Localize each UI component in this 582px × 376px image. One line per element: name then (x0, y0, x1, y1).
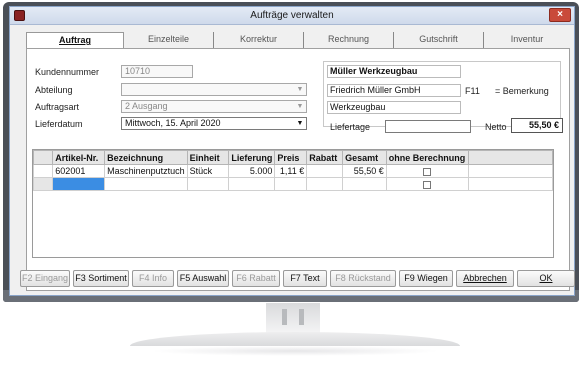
tab-bar: Auftrag Einzelteile Korrektur Rechnung G… (26, 32, 570, 49)
chevron-down-icon: ▼ (296, 120, 304, 127)
col-einheit[interactable]: Einheit (186, 150, 230, 165)
f2-eingang-button[interactable]: F2 Eingang (20, 270, 70, 287)
cell-gesamt[interactable]: 55,50 € (342, 164, 387, 178)
f9-wiegen-button[interactable]: F9 Wiegen (399, 270, 453, 287)
auftragsart-label: Auftragsart (35, 102, 80, 112)
ok-button[interactable]: OK (517, 270, 575, 287)
stand-notch (282, 309, 287, 325)
f7-text-button[interactable]: F7 Text (283, 270, 327, 287)
col-gesamt[interactable]: Gesamt (342, 150, 387, 165)
cell-einheit[interactable]: Stück (186, 164, 230, 178)
cell-bezeichnung[interactable]: Maschinenputztuch (104, 164, 188, 178)
liefertage-label: Liefertage (330, 122, 371, 132)
cell-rabatt[interactable] (306, 177, 344, 191)
col-bezeichnung[interactable]: Bezeichnung (104, 150, 188, 165)
kundennummer-field[interactable]: 10710 (121, 65, 193, 78)
f3-sortiment-button[interactable]: F3 Sortiment (73, 270, 129, 287)
tab-inventur[interactable]: Inventur (484, 32, 570, 48)
col-ohne-berechnung[interactable]: ohne Berechnung (385, 150, 469, 165)
function-key-bar: F2 Eingang F3 Sortiment F4 Info F5 Auswa… (20, 270, 575, 288)
cell-artikel-nr-input[interactable] (52, 177, 106, 191)
tab-gutschrift[interactable]: Gutschrift (394, 32, 484, 48)
cell-ohne-berechnung[interactable] (385, 164, 469, 178)
abteilung-select[interactable]: ▼ (121, 83, 307, 96)
cell-rabatt[interactable] (306, 164, 344, 178)
stand-notch (299, 309, 304, 325)
lieferdatum-select[interactable]: Mittwoch, 15. April 2020 ▼ (121, 117, 307, 130)
col-rabatt[interactable]: Rabatt (306, 150, 344, 165)
cell-einheit[interactable] (186, 177, 230, 191)
col-filler (467, 150, 554, 165)
auftraege-window: Aufträge verwalten × Auftrag Einzelteile… (9, 6, 575, 296)
monitor-stand-neck (266, 303, 320, 333)
cell-ohne-berechnung[interactable] (385, 177, 469, 191)
auftragsart-value: 2 Ausgang (125, 101, 168, 111)
auftragsart-select[interactable]: 2 Ausgang ▼ (121, 100, 307, 113)
lieferdatum-label: Lieferdatum (35, 119, 83, 129)
close-button[interactable]: × (549, 8, 571, 22)
lieferdatum-value: Mittwoch, 15. April 2020 (125, 118, 221, 128)
netto-value: 55,50 € (511, 118, 563, 133)
title-bar: Aufträge verwalten × (10, 7, 574, 25)
bemerkung-label: = Bemerkung (495, 86, 549, 96)
abbrechen-button[interactable]: Abbrechen (456, 270, 514, 287)
row-selector[interactable] (32, 164, 54, 178)
col-lieferung[interactable]: Lieferung (228, 150, 276, 165)
f11-label: F11 (465, 86, 480, 96)
f6-rabatt-button[interactable]: F6 Rabatt (232, 270, 280, 287)
ohne-berechnung-checkbox[interactable] (423, 167, 432, 176)
customer-name: Müller Werkzeugbau (327, 65, 461, 78)
ohne-berechnung-checkbox[interactable] (423, 180, 432, 189)
row-selector-header (32, 150, 54, 165)
monitor-stand-shadow (150, 346, 440, 356)
row-selector[interactable] (32, 177, 54, 191)
cell-preis[interactable]: 1,11 € (274, 164, 308, 178)
cell-lieferung[interactable]: 5.000 (228, 164, 276, 178)
tab-korrektur[interactable]: Korrektur (214, 32, 304, 48)
col-preis[interactable]: Preis (274, 150, 308, 165)
abteilung-label: Abteilung (35, 85, 73, 95)
cell-preis[interactable] (274, 177, 308, 191)
positions-grid: Artikel-Nr. Bezeichnung Einheit Lieferun… (32, 149, 554, 258)
cell-filler (467, 177, 554, 191)
cell-lieferung[interactable] (228, 177, 276, 191)
liefertage-field[interactable] (385, 120, 471, 133)
cell-gesamt[interactable] (342, 177, 387, 191)
f5-auswahl-button[interactable]: F5 Auswahl (177, 270, 229, 287)
cell-bezeichnung[interactable] (104, 177, 188, 191)
chevron-down-icon: ▼ (296, 86, 304, 93)
customer-line2: Friedrich Müller GmbH (327, 84, 461, 97)
cell-artikel-nr[interactable]: 602001 (52, 164, 106, 178)
chevron-down-icon: ▼ (296, 103, 304, 110)
kundennummer-label: Kundennummer (35, 67, 100, 77)
f8-rueckstand-button[interactable]: F8 Rückstand (330, 270, 396, 287)
tab-auftrag[interactable]: Auftrag (26, 32, 124, 49)
table-row-new[interactable] (32, 177, 554, 191)
table-row[interactable]: 602001 Maschinenputztuch Stück 5.000 1,1… (32, 164, 554, 178)
f4-info-button[interactable]: F4 Info (132, 270, 174, 287)
monitor-stand-base (130, 332, 460, 346)
window-title: Aufträge verwalten (250, 10, 334, 21)
cell-filler (467, 164, 554, 178)
customer-line3: Werkzeugbau (327, 101, 461, 114)
tab-einzelteile[interactable]: Einzelteile (124, 32, 214, 48)
netto-label: Netto (485, 122, 507, 132)
grid-header-row: Artikel-Nr. Bezeichnung Einheit Lieferun… (32, 150, 554, 165)
tab-rechnung[interactable]: Rechnung (304, 32, 394, 48)
col-artikel-nr[interactable]: Artikel-Nr. (52, 150, 106, 165)
